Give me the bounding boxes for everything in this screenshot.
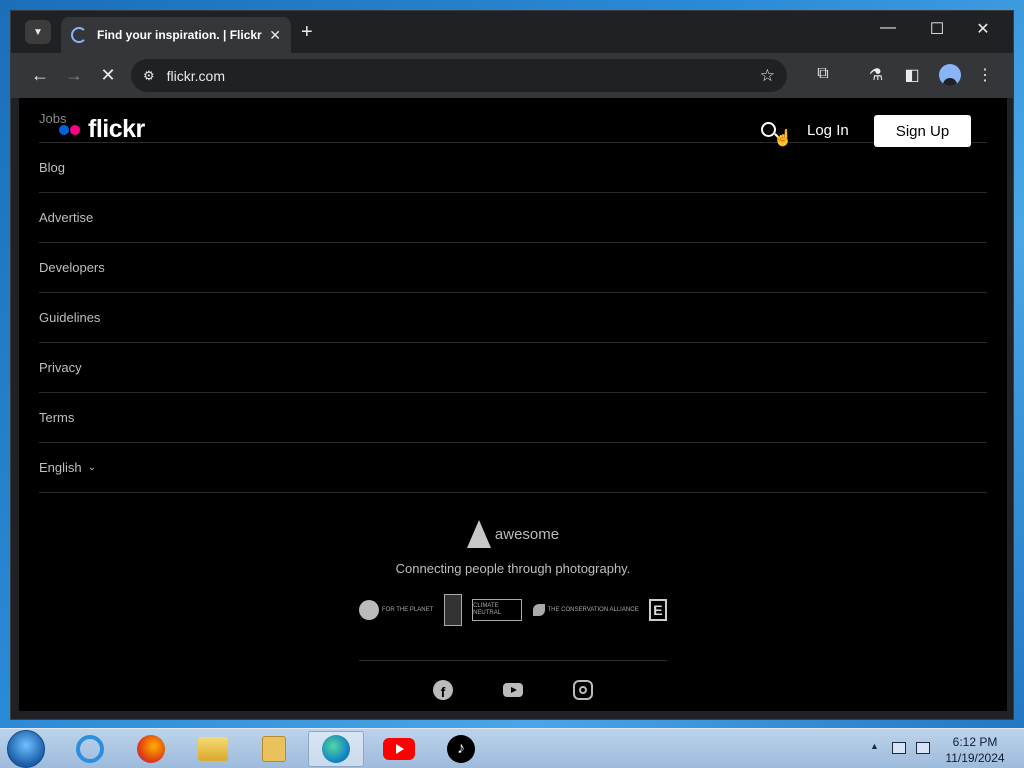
bookmark-star-icon[interactable]: ☆ <box>760 66 775 86</box>
network-icon[interactable] <box>892 742 906 754</box>
maximize-button[interactable]: ☐ <box>922 19 952 39</box>
tab-close-button[interactable]: ✕ <box>269 27 281 44</box>
footer-link-terms[interactable]: Terms <box>39 393 987 443</box>
close-window-button[interactable]: ✕ <box>968 19 998 39</box>
forward-button[interactable]: → <box>57 65 91 86</box>
folder-icon <box>198 737 228 761</box>
logo-pink-dot <box>70 124 80 135</box>
taskbar-media-player[interactable] <box>246 731 302 767</box>
firefox-icon <box>137 735 165 763</box>
taskbar-explorer[interactable] <box>185 731 241 767</box>
social-links: f <box>433 680 593 700</box>
taskbar-youtube[interactable] <box>371 731 427 767</box>
leaf-icon <box>532 604 545 616</box>
awesome-mark-icon <box>466 520 491 548</box>
e-badge-logo[interactable]: E <box>648 599 667 621</box>
awesome-text: awesome <box>494 525 560 543</box>
back-button[interactable]: ← <box>23 65 57 86</box>
signup-button[interactable]: Sign Up <box>874 115 971 147</box>
facebook-icon[interactable]: f <box>433 680 453 700</box>
extensions-icon[interactable]: ⧉ <box>811 65 835 83</box>
one-percent-circle-icon <box>359 600 379 620</box>
taskbar-clock[interactable]: 6:12 PM 11/19/2024 <box>942 734 1008 766</box>
partner-logos: FOR THE PLANET CLIMATE NEUTRAL The Conse… <box>359 592 667 628</box>
browser-toolbar: ← → ✕ ⚙ flickr.com ☆ ⧉ ⚗ ◧ ⋮ <box>11 53 1013 98</box>
windows-taskbar: ♪ ▲ 6:12 PM 11/19/2024 <box>0 728 1024 768</box>
browser-window: ▼ Find your inspiration. | Flickr ✕ + — … <box>10 10 1014 720</box>
bcorp-badge-icon[interactable] <box>443 594 462 626</box>
tiktok-icon: ♪ <box>447 735 475 763</box>
footer-link-privacy[interactable]: Privacy <box>39 343 987 393</box>
tab-search-button[interactable]: ▼ <box>25 20 51 44</box>
labs-icon[interactable]: ⚗ <box>864 65 888 85</box>
one-percent-text: FOR THE PLANET <box>382 606 434 613</box>
chevron-down-icon: ⌄ <box>87 462 97 473</box>
footer-link-developers[interactable]: Developers <box>39 243 987 293</box>
awesome-logo[interactable]: awesome <box>466 520 560 548</box>
stop-loading-button[interactable]: ✕ <box>91 65 125 86</box>
youtube-app-icon <box>383 738 415 760</box>
start-button[interactable] <box>7 730 45 768</box>
language-selector[interactable]: English ⌄ <box>39 443 987 493</box>
clock-time: 6:12 PM <box>952 735 998 749</box>
hand-cursor-icon: ☝ <box>773 130 793 147</box>
climate-neutral-logo[interactable]: CLIMATE NEUTRAL <box>472 599 523 621</box>
one-percent-logo[interactable]: FOR THE PLANET <box>359 600 433 620</box>
youtube-icon[interactable] <box>503 683 523 697</box>
tagline: Connecting people through photography. <box>395 561 631 576</box>
footer-divider <box>359 660 667 661</box>
climate-neutral-text: CLIMATE NEUTRAL <box>473 603 502 616</box>
side-panel-icon[interactable]: ◧ <box>900 65 924 85</box>
menu-kebab-icon[interactable]: ⋮ <box>973 65 997 85</box>
instagram-icon[interactable] <box>573 680 593 700</box>
site-info-icon[interactable]: ⚙ <box>143 68 155 84</box>
tray-expand-icon[interactable]: ▲ <box>870 741 879 751</box>
url-text[interactable]: flickr.com <box>167 68 760 84</box>
brand-block: awesome Connecting people through photog… <box>19 520 1007 576</box>
volume-muted-icon[interactable] <box>916 742 930 754</box>
taskbar-edge[interactable] <box>308 731 364 767</box>
login-link[interactable]: Log In <box>807 122 849 139</box>
title-bar: ▼ Find your inspiration. | Flickr ✕ + — … <box>11 11 1013 53</box>
conservation-alliance-logo[interactable]: The Conservation Alliance <box>532 604 639 616</box>
edge-icon <box>322 735 350 763</box>
ie-icon <box>76 735 104 763</box>
footer-link-advertise[interactable]: Advertise <box>39 193 987 243</box>
taskbar-ie[interactable] <box>62 731 118 767</box>
address-bar[interactable]: ⚙ flickr.com ☆ <box>131 59 787 92</box>
conservation-text: The Conservation Alliance <box>547 606 639 613</box>
new-tab-button[interactable]: + <box>301 21 313 44</box>
logo-blue-dot <box>59 124 69 135</box>
media-player-icon <box>262 736 286 762</box>
page-viewport: Jobs Blog Advertise Developers Guideline… <box>19 98 1007 711</box>
tab-title: Find your inspiration. | Flickr <box>97 28 262 42</box>
language-label: English <box>39 460 82 475</box>
tab-flickr[interactable]: Find your inspiration. | Flickr ✕ <box>61 17 291 53</box>
taskbar-firefox[interactable] <box>123 731 179 767</box>
clock-date: 11/19/2024 <box>945 751 1005 765</box>
footer-link-guidelines[interactable]: Guidelines <box>39 293 987 343</box>
site-header: flickr ☝ Log In Sign Up <box>19 98 1007 158</box>
loading-favicon-icon <box>71 27 87 43</box>
logo-text: flickr <box>88 115 145 143</box>
flickr-logo[interactable]: flickr <box>59 115 145 144</box>
profile-avatar-icon[interactable] <box>939 64 961 86</box>
minimize-button[interactable]: — <box>873 19 903 37</box>
taskbar-tiktok[interactable]: ♪ <box>433 731 489 767</box>
